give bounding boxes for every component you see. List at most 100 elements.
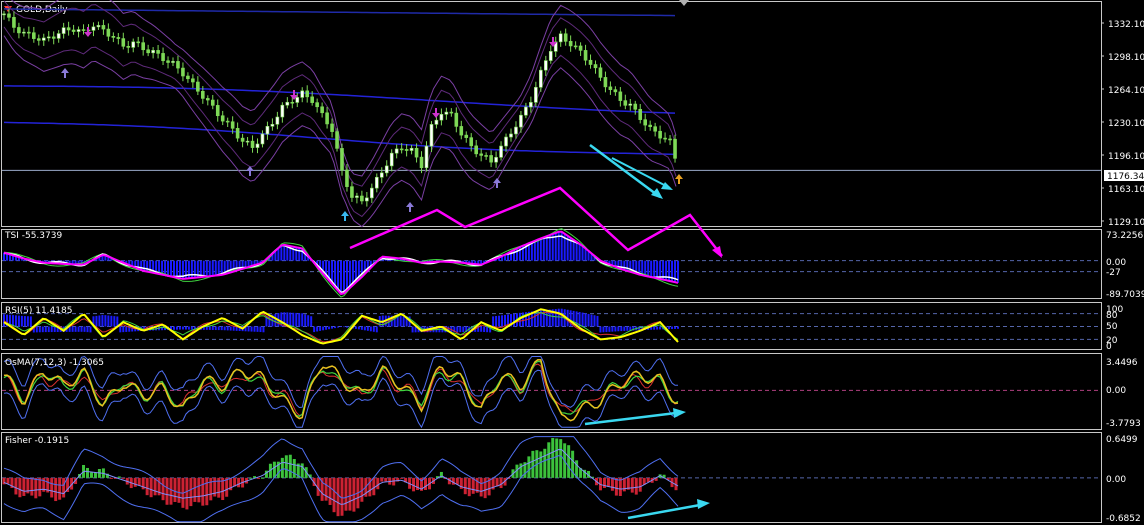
candle-body	[171, 61, 175, 63]
fisher-bar	[169, 477, 173, 505]
candle-body	[524, 106, 528, 116]
price-tick: 1230.10	[1108, 119, 1144, 129]
candle-body	[12, 17, 16, 28]
candle-body	[36, 38, 41, 41]
candle-body	[270, 123, 275, 127]
candle-body	[454, 112, 459, 127]
candle-body	[81, 29, 86, 31]
fisher-bar	[567, 445, 571, 478]
trading-chart: GOLD,Daily TSI -55.3739 RSI(5) 11.4185 O…	[0, 0, 1144, 525]
candle-body	[409, 147, 414, 151]
osma-tick: -3.7793	[1106, 419, 1141, 429]
fisher-bar	[50, 477, 54, 498]
fisher-bar	[332, 477, 336, 513]
fisher-bar	[638, 477, 642, 492]
candle-body	[558, 33, 563, 43]
candle-body	[444, 111, 449, 115]
osma-label: OsMA(7,12,3) -1.3065	[5, 358, 104, 368]
price-tick: 1332.10	[1108, 20, 1144, 30]
candle-body	[340, 148, 344, 171]
candle-body	[484, 155, 488, 157]
fisher-bar	[22, 477, 26, 496]
fisher-bar	[531, 450, 535, 478]
candle-body	[2, 13, 6, 16]
fisher-bar	[93, 472, 97, 478]
candle-body	[618, 91, 623, 101]
candle-body	[449, 111, 454, 114]
candle-body	[215, 105, 220, 117]
fisher-bar	[62, 477, 66, 498]
candle-body	[156, 50, 160, 54]
candle-body	[529, 102, 533, 108]
candle-body	[374, 176, 379, 189]
candle-body	[111, 35, 116, 38]
candle-body	[136, 41, 141, 44]
candle-body	[384, 165, 389, 174]
fisher-bar	[527, 456, 531, 478]
fisher-bar	[201, 477, 205, 506]
fisher-bar	[324, 477, 328, 501]
candle-body	[320, 106, 324, 114]
candle-body	[106, 28, 111, 37]
fisher-bar	[185, 477, 189, 510]
candle-body	[623, 100, 628, 106]
candle-body	[260, 133, 265, 145]
candle-body	[434, 119, 439, 125]
fisher-bar	[161, 477, 165, 501]
fisher-tick: 0.6499	[1106, 435, 1138, 445]
fisher-tick: 0.00	[1106, 475, 1126, 485]
candle-body	[17, 27, 21, 34]
candle-body	[379, 172, 384, 178]
fisher-bar	[348, 477, 352, 511]
candle-body	[315, 102, 319, 108]
candle-body	[360, 195, 364, 202]
price-tick: 1129.10	[1108, 218, 1144, 228]
candle-body	[91, 26, 96, 31]
candle-body	[230, 121, 235, 129]
candle-body	[210, 99, 215, 106]
fisher-bar	[205, 477, 209, 506]
rsi-label: RSI(5) 11.4185	[5, 306, 72, 316]
candle-body	[305, 90, 310, 98]
candle-body	[419, 156, 424, 169]
fisher-bar	[300, 463, 304, 478]
fisher-bar	[153, 477, 157, 496]
fisher-bar	[380, 477, 384, 482]
candle-body	[151, 50, 155, 54]
fisher-bar	[400, 477, 404, 479]
candle-body	[345, 169, 349, 187]
candle-body	[7, 13, 11, 18]
candle-body	[27, 31, 31, 34]
candle-body	[205, 98, 210, 101]
candle-body	[255, 143, 260, 148]
tsi-tick: 0.00	[1106, 258, 1126, 268]
fisher-bar	[209, 477, 213, 501]
fisher-bar	[467, 477, 471, 497]
candle-body	[509, 133, 513, 138]
candle-body	[643, 119, 648, 126]
osma-tick: 0.00	[1106, 386, 1126, 396]
fisher-bar	[336, 477, 340, 517]
fisher-bar	[634, 477, 638, 495]
candle-body	[603, 77, 608, 88]
fisher-bar	[483, 477, 487, 499]
price-tick: 1196.10	[1108, 152, 1144, 162]
fisher-bar	[328, 477, 332, 505]
fisher-bar	[463, 477, 467, 495]
candle-body	[51, 36, 56, 39]
candle-body	[638, 108, 643, 120]
fisher-bar	[237, 477, 241, 488]
candle-body	[504, 136, 508, 147]
candle-body	[489, 155, 493, 163]
fisher-bar	[559, 439, 563, 478]
fisher-bar	[614, 477, 618, 496]
fisher-bar	[344, 477, 348, 511]
candle-body	[399, 148, 404, 151]
candle-body	[245, 140, 250, 143]
fisher-bar	[543, 448, 547, 478]
fisher-bar	[86, 467, 90, 478]
candle-body	[568, 41, 573, 47]
candle-body	[66, 27, 71, 31]
fisher-bar	[340, 477, 344, 516]
fisher-bar	[197, 477, 201, 503]
